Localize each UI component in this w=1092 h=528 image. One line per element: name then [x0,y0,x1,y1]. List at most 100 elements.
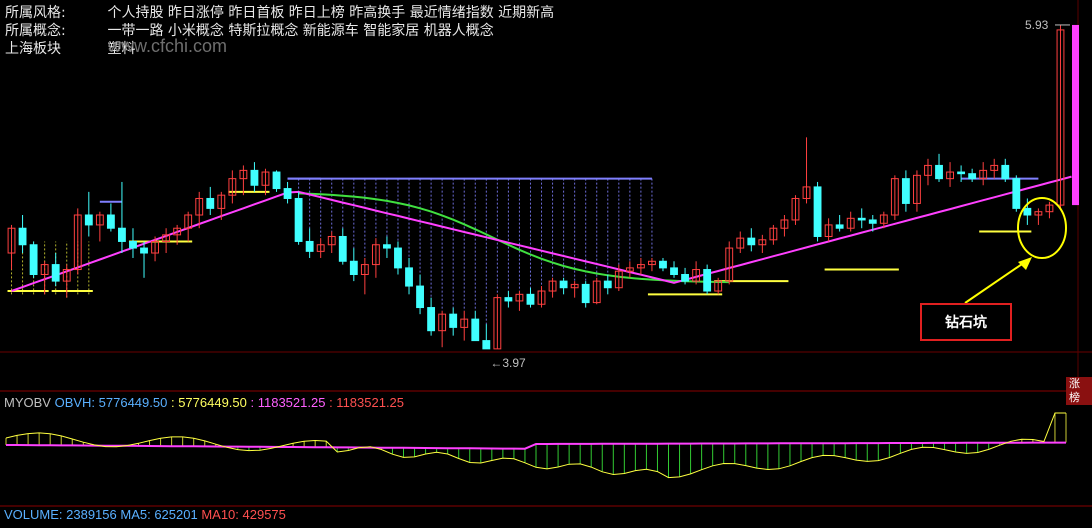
candle [990,158,999,179]
candle-body [1012,178,1021,209]
candle [625,261,634,278]
candle [493,294,502,350]
obv-indicator-panel [0,412,1092,507]
candle-body [471,318,480,342]
candle [559,277,568,295]
candle [316,238,325,258]
candle [890,175,899,220]
candle [129,228,137,258]
candle-body [29,244,38,275]
candle [725,241,734,285]
candle-body [305,240,314,252]
obvh-value: OBVH: 5776449.50 [54,395,168,410]
ma-line [11,175,1072,292]
candle [780,215,789,237]
candle [659,257,667,272]
candle-body [968,173,977,180]
candle-body [482,340,491,350]
candle [747,228,756,252]
low-price-label: ←3.97 [490,356,526,370]
candle-body [670,267,678,275]
candle [968,168,977,182]
stock-chart-window: { "info_rows": [ {"label": "所属风格:", "val… [0,0,1092,528]
diamond-pit-annotation: 钻石坑 [920,303,1012,341]
candle [835,215,844,232]
candle [946,162,954,187]
candle-body [140,247,148,254]
candle-body [349,260,358,275]
candle-body [1023,207,1032,216]
candle-body [394,247,402,269]
candle-body [427,307,436,332]
candle-body [250,169,259,186]
candle [416,274,424,315]
candle-body [603,280,612,289]
candle-body [681,273,689,282]
candle [272,170,281,192]
candle [924,158,932,186]
obv-name: MYOBV [4,395,51,410]
ma10-value: MA10: 429575 [201,507,286,522]
candle-body [703,269,712,292]
candle-body [868,219,877,224]
candle-body [272,171,281,190]
candle [360,257,369,295]
candle [736,231,745,254]
candle [515,291,524,311]
candle [526,287,535,308]
candle [84,191,93,237]
candle [327,231,336,254]
candle-body [51,264,60,282]
candle [29,241,38,278]
candle [460,310,469,341]
candle [405,257,413,295]
candle [570,281,579,298]
candle [802,137,811,204]
candle [338,228,347,265]
candle [371,238,380,278]
volume-value: VOLUME: 2389156 [4,507,117,522]
candle [1045,201,1054,219]
candle [935,153,943,182]
candle [140,241,148,278]
candle [703,264,712,295]
candle-body [957,171,966,175]
candle [18,215,27,254]
candle [7,224,16,270]
candle-body [405,267,413,287]
candle [846,211,855,232]
candle-body [106,214,115,229]
candle-body [383,244,391,249]
candle-body [18,227,27,246]
candle [692,261,701,285]
candle [758,234,767,254]
candle [73,208,82,275]
candle [857,208,866,229]
candle [1001,158,1010,182]
candle [106,203,115,232]
candle-body [935,164,943,180]
candle [283,181,292,204]
candle [636,257,645,275]
candle [294,191,303,245]
candle-body [901,178,910,204]
candle [504,291,513,308]
candle [206,186,215,216]
annotation-arrow-head [1018,257,1032,270]
candle [537,286,546,308]
diamond-pit-circle [1017,197,1067,259]
candle-body [338,235,347,262]
candle [901,170,910,212]
limit-up-bar [1072,24,1079,206]
candle [581,281,590,308]
candle-body [747,237,756,246]
candle-body [857,217,866,221]
candle [62,264,71,298]
candle [449,307,458,336]
zb-tag[interactable]: 涨榜 [1066,377,1092,405]
candle [95,211,104,242]
candle-body [84,214,93,226]
candle-body [504,297,513,302]
candle-body [526,293,535,305]
candle [548,277,557,298]
